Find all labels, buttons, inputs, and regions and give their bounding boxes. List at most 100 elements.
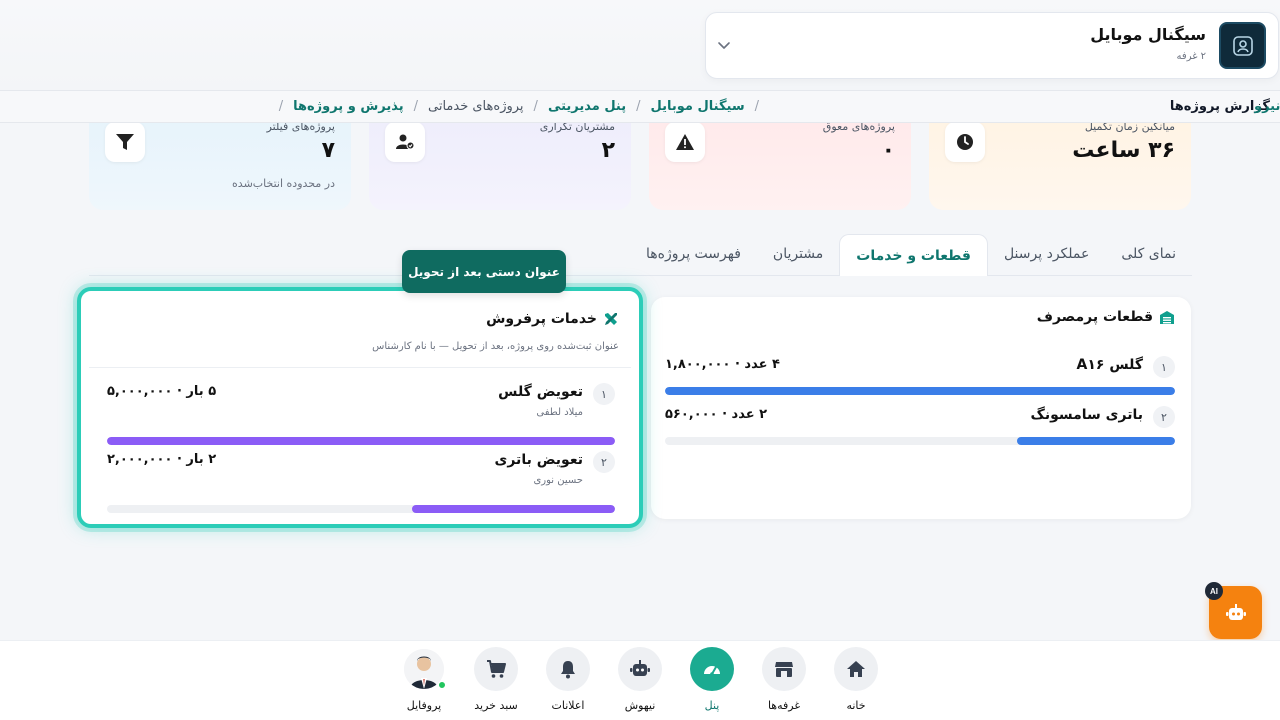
stat-value: ۲ [601,138,615,163]
list-item: ۱ تعویض گلس میلاد لطفی ۵ بار · ۵,۰۰۰,۰۰۰ [107,383,615,445]
breadcrumb-item-services: پروژه‌های خدماتی [428,99,524,114]
cart-icon [474,647,518,691]
stat-card-avg-completion: میانگین زمان تکمیل ۳۶ ساعت [929,110,1191,210]
breadcrumb-separator: / [533,99,538,114]
warning-icon [665,122,705,162]
technician-name: میلاد لطفی [536,407,583,418]
services-card-body: خدمات پرفروش عنوان ثبت‌شده روی پروژه، بع… [89,297,631,518]
nav-label: پنل [704,699,720,712]
tab-staff-performance[interactable]: عملکرد پرسنل [988,233,1105,275]
progress-bar [107,437,615,445]
divider [89,367,631,368]
robot-icon [618,647,662,691]
breadcrumb-link-admin-panel[interactable]: پنل مدیریتی [548,99,626,114]
nav-label: خانه [846,699,866,712]
progress-fill [411,505,615,513]
warehouse-icon [1160,311,1174,324]
ai-badge: AI [1205,582,1223,600]
breadcrumb-link-home[interactable]: نیرو [1254,90,1280,123]
stat-value: ۳۶ ساعت [1072,138,1175,163]
progress-bar [665,437,1175,445]
avatar [402,647,446,691]
shop-name: سیگنال موبایل [1090,25,1206,44]
store-icon [762,647,806,691]
nav-cart[interactable]: سبد خرید [466,647,526,717]
list-item: ۱ گلس A۱۶ ۴ عدد · ۱,۸۰۰,۰۰۰ [665,356,1175,406]
nav-label: سبد خرید [474,699,518,712]
tab-parts-services[interactable]: قطعات و خدمات [839,234,988,276]
stat-card-overdue: پروژه‌های معوق ۰ [649,110,911,210]
rank-badge: ۲ [1153,406,1175,428]
technician-name: حسین نوری [533,475,583,486]
breadcrumb-separator: / [636,99,641,114]
stat-value: ۷ [321,138,335,163]
progress-fill [107,437,615,445]
nav-profile[interactable]: پروفایل [394,647,454,717]
ai-assistant-button[interactable]: AI [1205,582,1262,639]
shop-subtitle: ۲ غرفه [1176,51,1206,62]
clock-icon [945,122,985,162]
card-subtitle: عنوان ثبت‌شده روی پروژه، بعد از تحویل — … [372,341,619,352]
card-title-text: قطعات پرمصرف [1036,309,1153,325]
list-item: ۲ تعویض باتری حسین نوری ۲ بار · ۲,۰۰۰,۰۰… [107,451,615,513]
filter-icon [105,122,145,162]
rank-badge: ۱ [593,383,615,405]
breadcrumb-separator: / [754,99,759,114]
shop-logo [1219,22,1266,69]
nav-nihoosh[interactable]: نیهوش [610,647,670,717]
chevron-down-icon[interactable] [716,37,732,53]
stat-card-repeat-customers: مشتریان تکراری ۲ [369,110,631,210]
progress-fill [665,387,1175,395]
dashboard-icon [690,647,734,691]
bottom-navigation: خانه غرفه‌ها پنل نیهوش اعلانات سبد خرید [0,640,1280,720]
card-title: قطعات پرمصرف [1037,309,1175,325]
progress-bar [107,505,615,513]
top-parts-card: قطعات پرمصرف ۱ گلس A۱۶ ۴ عدد · ۱,۸۰۰,۰۰۰… [651,297,1191,519]
rank-badge: ۲ [593,451,615,473]
nav-panel[interactable]: پنل [682,647,742,717]
online-status-dot [438,681,446,689]
nav-home[interactable]: خانه [826,647,886,717]
home-icon [834,647,878,691]
tab-overview[interactable]: نمای کلی [1105,233,1192,275]
stat-card-filtered-projects: پروژه‌های فیلتر ۷ در محدوده انتخاب‌شده [89,110,351,210]
top-services-card: خدمات پرفروش عنوان ثبت‌شده روی پروژه، بع… [77,287,643,528]
tab-project-list[interactable]: فهرست پروژه‌ها [630,233,757,275]
card-title-text: خدمات پرفروش [486,311,597,327]
nav-label: غرفه‌ها [767,699,801,712]
report-tabs: نمای کلی عملکرد پرسنل قطعات و خدمات مشتر… [89,230,1192,276]
progress-fill [1016,437,1175,445]
tab-customers[interactable]: مشتریان [757,233,839,275]
breadcrumb-separator: / [278,99,284,114]
bell-icon [546,647,590,691]
stat-note: در محدوده انتخاب‌شده [232,177,335,190]
breadcrumb-separator: / [413,99,419,114]
nav-shops[interactable]: غرفه‌ها [754,647,814,717]
service-meta: ۵ بار · ۵,۰۰۰,۰۰۰ [107,384,217,399]
part-meta: ۴ عدد · ۱,۸۰۰,۰۰۰ [665,357,780,372]
stat-value: ۰ [881,138,895,163]
nav-notifications[interactable]: اعلانات [538,647,598,717]
shop-logo-icon [1232,35,1253,56]
robot-icon [1225,603,1246,620]
progress-bar [665,387,1175,395]
rank-badge: ۱ [1153,356,1175,378]
service-name: تعویض باتری [494,452,583,468]
service-name: تعویض گلس [498,384,583,400]
breadcrumb-link-projects[interactable]: پذیرش و پروژه‌ها [293,99,404,114]
tooltip: عنوان دستی بعد از تحویل [402,250,566,293]
breadcrumb-trail: / پذیرش و پروژه‌ها / پروژه‌های خدماتی / … [0,90,1280,123]
breadcrumb-link-shop[interactable]: سیگنال موبایل [651,99,745,114]
user-repeat-icon [385,122,425,162]
nav-label: اعلانات [551,699,585,712]
card-title: خدمات پرفروش [486,311,619,327]
nav-label: پروفایل [406,699,442,712]
part-meta: ۲ عدد · ۵۶۰,۰۰۰ [665,407,768,422]
part-name: گلس A۱۶ [1076,357,1143,373]
nav-label: نیهوش [624,699,656,712]
service-meta: ۲ بار · ۲,۰۰۰,۰۰۰ [107,452,217,467]
part-name: باتری سامسونگ [1030,407,1144,423]
shop-selector[interactable]: سیگنال موبایل ۲ غرفه [705,12,1279,79]
tools-icon [605,313,617,325]
list-item: ۲ باتری سامسونگ ۲ عدد · ۵۶۰,۰۰۰ [665,406,1175,456]
